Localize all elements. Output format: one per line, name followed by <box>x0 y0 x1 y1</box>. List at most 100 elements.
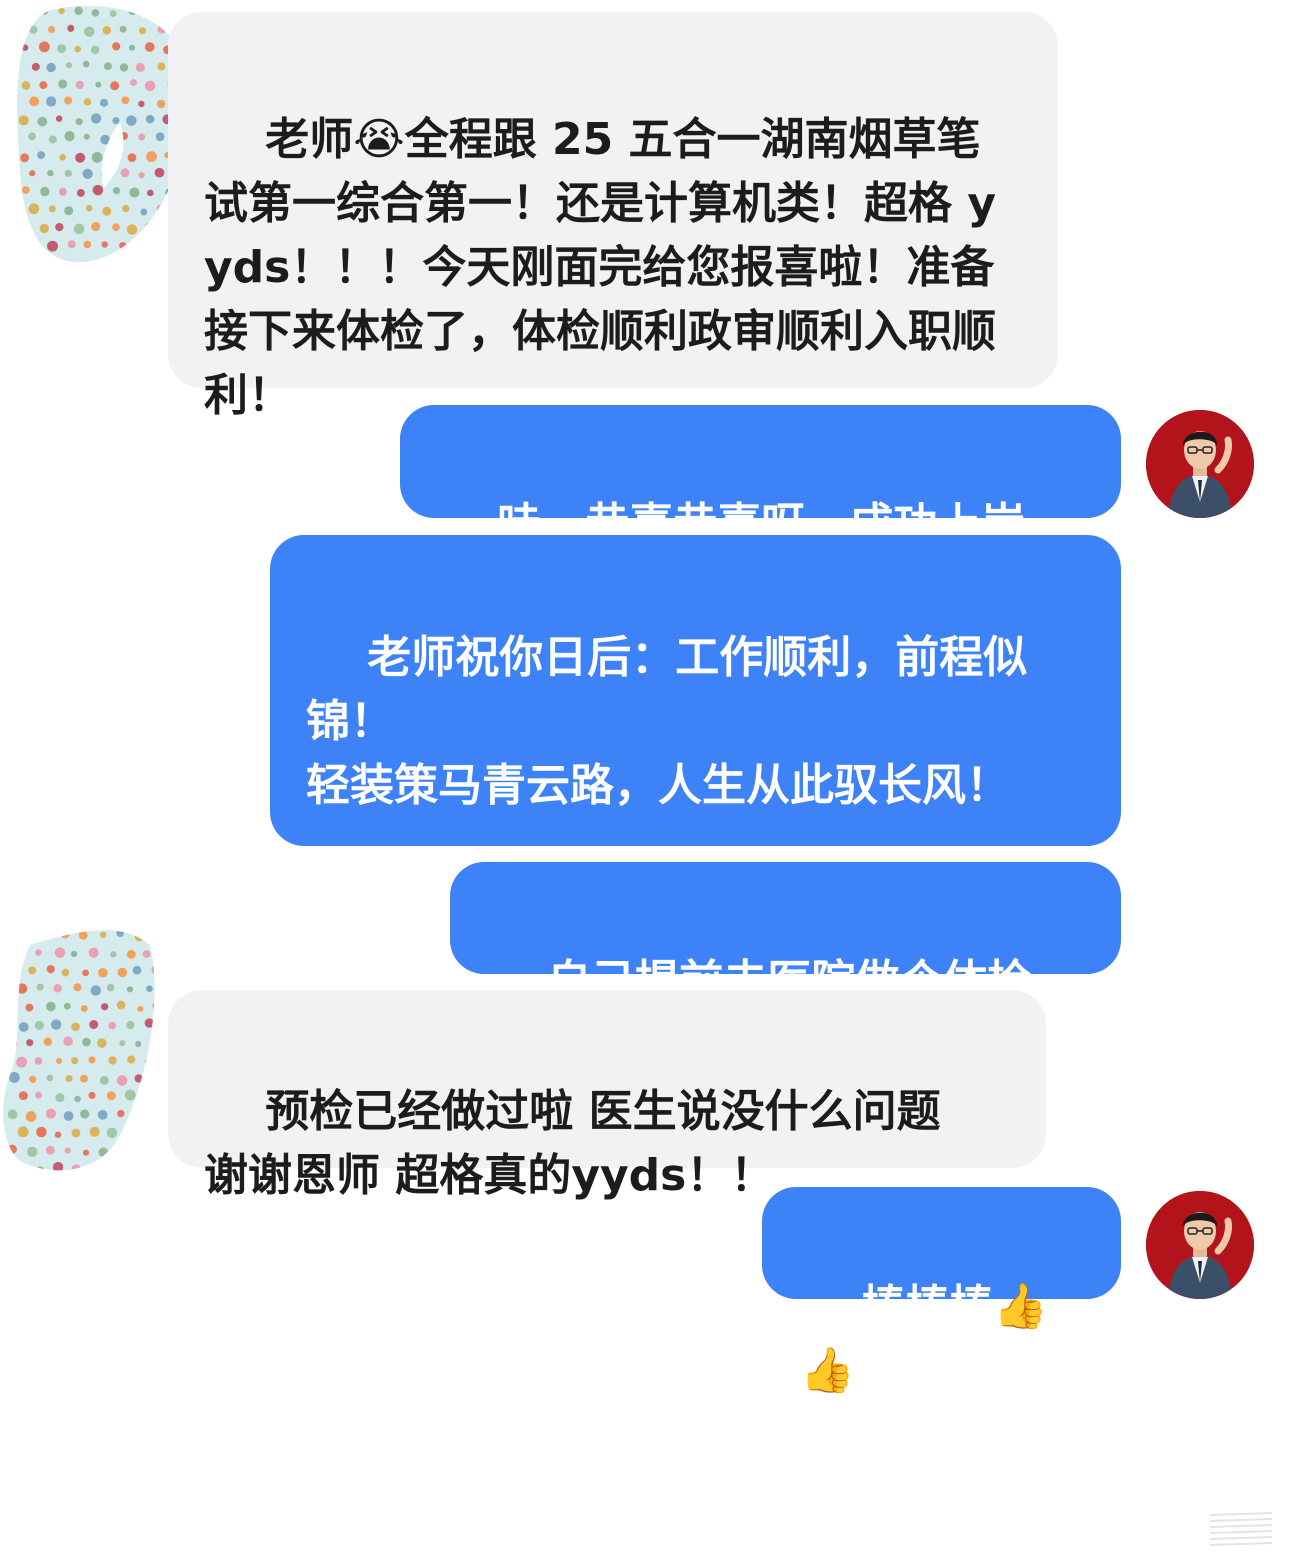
message-bubble-outgoing[interactable]: 老师祝你日后：工作顺利，前程似锦！ 轻装策马青云路，人生从此驭长风！ <box>270 535 1121 846</box>
avatar-dot <box>90 45 100 55</box>
avatar-dot <box>154 242 162 250</box>
avatar-dot <box>116 1000 126 1010</box>
avatar-dot <box>20 153 30 163</box>
avatar-dot <box>126 115 137 126</box>
avatar-dot <box>126 1165 135 1171</box>
avatar-dot <box>103 62 112 71</box>
message-bubble-outgoing[interactable]: 哇，恭喜恭喜呀，成功上岸。 <box>400 405 1121 550</box>
avatar-dot <box>21 44 29 51</box>
message-bubble-incoming[interactable]: 预检已经做过啦 医生说没什么问题 谢谢恩师 超格真的yyds！！ <box>168 990 1046 1201</box>
avatar-dot <box>74 1095 81 1103</box>
avatar-dot <box>128 44 135 51</box>
avatar-dot <box>64 131 75 142</box>
avatar-dot <box>135 62 145 72</box>
avatar-dot <box>124 1129 134 1139</box>
avatar-dot <box>46 964 55 974</box>
avatar-dot <box>102 206 112 216</box>
avatar-dot <box>30 241 41 252</box>
avatar-dot <box>35 1166 45 1171</box>
avatar-dot <box>101 170 110 179</box>
avatar-dot <box>154 167 165 178</box>
avatar-dot <box>65 1075 73 1083</box>
avatar-dot <box>63 1036 73 1047</box>
avatar-dot <box>6 1000 18 1012</box>
teacher-avatar-icon[interactable] <box>1146 1191 1254 1299</box>
student-avatar-icon[interactable] <box>12 2 194 264</box>
avatar-dot <box>35 949 42 956</box>
avatar-dot <box>148 9 156 16</box>
avatar-dot <box>70 950 78 958</box>
avatar-dot <box>57 44 67 54</box>
message-bubble-outgoing[interactable]: 自己提前去医院做个体检。 <box>450 862 1121 1007</box>
avatar-dot <box>34 1091 42 1099</box>
avatar-dot <box>153 1111 155 1121</box>
avatar-dot <box>73 223 85 235</box>
avatar-dot <box>120 168 130 178</box>
avatar-dot <box>61 968 70 977</box>
avatar-dot <box>7 1109 18 1120</box>
scroll-handle-icon[interactable] <box>1206 1509 1276 1553</box>
avatar-dot <box>154 1074 155 1081</box>
avatar-dot <box>48 135 57 144</box>
avatar-dot <box>137 1005 144 1012</box>
avatar-dot <box>163 5 175 16</box>
avatar-dot <box>142 950 151 958</box>
avatar-dot <box>37 151 46 159</box>
avatar-dot <box>28 930 37 939</box>
avatar-dot <box>55 222 64 232</box>
avatar-dot <box>134 932 144 942</box>
teacher-avatar-icon[interactable] <box>1146 410 1254 518</box>
avatar-dot <box>106 1091 116 1101</box>
avatar-dot <box>18 1022 29 1032</box>
avatar-dot <box>64 96 73 105</box>
avatar-dot <box>157 24 167 34</box>
avatar-dot <box>115 1144 125 1155</box>
avatar-dot <box>126 949 136 959</box>
avatar-dot <box>88 947 99 958</box>
avatar-dot <box>84 26 95 37</box>
avatar-dot <box>63 1111 74 1121</box>
avatar-dot <box>55 115 63 122</box>
avatar-dot <box>17 1126 29 1138</box>
avatar-dot <box>67 24 75 32</box>
avatar-dot <box>102 26 112 35</box>
avatar-dot <box>54 947 66 958</box>
student-avatar-icon[interactable] <box>0 925 158 1175</box>
avatar-dot <box>91 9 100 17</box>
avatar-dot <box>85 204 93 212</box>
avatar-dot <box>80 1109 90 1119</box>
avatar-dot <box>45 932 53 939</box>
avatar-dot <box>134 1074 143 1083</box>
avatar-dot <box>89 1020 99 1029</box>
avatar-dot <box>101 1003 109 1011</box>
avatar-dot <box>82 969 89 977</box>
avatar-dot <box>138 100 145 108</box>
avatar-dot <box>124 1089 136 1101</box>
avatar-dot <box>82 1149 90 1156</box>
message-bubble-outgoing[interactable]: 棒棒棒👍👍 <box>762 1187 1121 1396</box>
avatar-dot <box>146 151 157 163</box>
avatar-dot <box>108 1056 117 1065</box>
avatar-dot <box>156 99 166 109</box>
avatar-dot <box>39 81 48 90</box>
avatar-dot <box>29 96 40 107</box>
message-bubble-incoming[interactable]: 老师😭全程跟 25 五合一湖南烟草笔试第一综合第一！还是计算机类！超格 yyds… <box>168 12 1058 421</box>
avatar-dot <box>16 1056 28 1068</box>
avatar-dot <box>75 152 86 163</box>
avatar-dot <box>56 1057 63 1064</box>
avatar-dot <box>83 98 92 106</box>
avatar-dot <box>28 132 36 141</box>
avatar-dot <box>89 1126 100 1137</box>
avatar-dot <box>127 153 137 162</box>
avatar-dot <box>135 1040 142 1047</box>
message-text: 老师😭全程跟 25 五合一湖南烟草笔试第一综合第一！还是计算机类！超格 yyds… <box>204 114 996 421</box>
avatar-dot <box>144 42 155 52</box>
avatar-dot <box>112 117 120 125</box>
avatar-dot <box>25 1003 34 1012</box>
avatar-dot <box>64 169 72 178</box>
avatar-dot <box>29 1075 37 1083</box>
avatar-dot <box>101 241 109 248</box>
avatar-dot <box>126 986 134 993</box>
avatar-dot <box>122 204 130 213</box>
avatar-dot <box>143 1128 150 1136</box>
